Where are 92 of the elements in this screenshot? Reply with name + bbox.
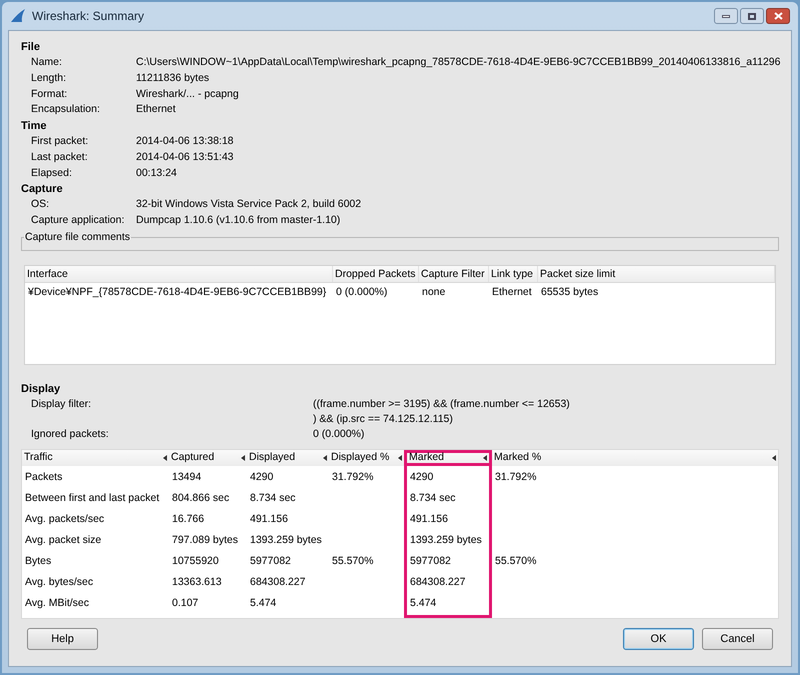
table-cell-text: Ethernet [491, 284, 533, 300]
window-title: Wireshark: Summary [32, 8, 144, 25]
table-cell-text: 4290 [410, 470, 434, 486]
table-cell-text: Avg. MBit/sec [25, 596, 89, 612]
column-header[interactable]: Link type [489, 266, 538, 282]
sort-arrow-icon [323, 454, 327, 460]
field-label: Capture application: [31, 213, 126, 228]
column-header[interactable]: Interface [25, 266, 333, 282]
field-label: First packet: [31, 134, 90, 149]
table-cell-text: 8.734 sec [410, 491, 456, 506]
close-button[interactable] [766, 8, 790, 24]
sort-arrow-icon [483, 454, 487, 460]
column-header[interactable]: Marked % [492, 450, 778, 466]
table-cell-text: 0 (0.000%) [335, 284, 388, 300]
field-label: Display filter: [31, 396, 92, 412]
field-value: 00:13:24 [136, 166, 177, 180]
field-value: 0 (0.000%) [313, 426, 364, 442]
field-value: Dumpcap 1.10.6 (v1.10.6 from master-1.10) [136, 213, 340, 228]
field-value: Wireshark/... - pcapng [136, 86, 239, 102]
field-label: Elapsed: [31, 166, 73, 180]
table-cell-text: 804.866 sec [172, 491, 230, 506]
table-cell-text: Avg. packet size [25, 533, 102, 548]
column-header[interactable]: Marked [404, 450, 492, 466]
field-label: Length: [31, 70, 68, 86]
table-cell-text: 684308.227 [250, 575, 306, 590]
field-value: 11211836 bytes [136, 70, 210, 86]
section-heading: Display [21, 382, 62, 397]
table-cell-text: 13363.613 [172, 575, 222, 590]
table-cell-text: Bytes [25, 554, 52, 570]
field-label: Ignored packets: [31, 426, 110, 442]
sort-arrow-icon [772, 454, 776, 460]
table-cell-text: 31.792% [495, 470, 536, 486]
field-value: ((frame.number >= 3195) && (frame.number <= 12653) ) && (ip.src == 74.125.12.115) [313, 396, 570, 427]
section-heading: Capture [21, 182, 64, 198]
table-cell-text: 5.474 [410, 596, 436, 612]
field-value: Ethernet [136, 102, 176, 118]
table-cell-text: Packets [25, 470, 62, 486]
column-header[interactable]: Traffic [22, 450, 169, 466]
sort-arrow-icon [241, 454, 245, 460]
table-cell-text: none [421, 284, 446, 300]
group-title: Capture file comments [24, 230, 132, 246]
maximize-button[interactable] [740, 8, 764, 24]
field-value: 32-bit Windows Vista Service Pack 2, build 6002 [136, 197, 362, 212]
field-value: 2014-04-06 13:38:18 [136, 134, 234, 149]
cancel-button[interactable]: Cancel [702, 628, 773, 650]
table-cell-text: 5977082 [410, 554, 451, 570]
field-label: Name: [31, 55, 63, 70]
table-cell-text: 491.156 [250, 512, 288, 528]
shark-fin-icon [10, 9, 26, 23]
table-cell-text: 55.570% [495, 554, 536, 570]
table-cell-text: 8.734 sec [250, 491, 296, 506]
table-cell-text: Between first and last packet [25, 491, 160, 506]
table-cell-text: 16.766 [172, 512, 204, 528]
field-label: OS: [31, 197, 50, 212]
field-value: C:\Users\WINDOW~1\AppData\Local\Temp\wireshark_pcapng_78578CDE-7618-4D4E-9EB6-9C7CCEB1BB99_20140406133816_a11296 [136, 55, 780, 70]
table-cell-text: 10755920 [172, 554, 219, 570]
section-heading: Time [21, 119, 48, 134]
field-label: Encapsulation: [31, 102, 101, 118]
table-cell-text: 31.792% [332, 470, 374, 486]
section-heading: File [21, 40, 41, 55]
column-header[interactable]: Packet size limit [538, 266, 775, 282]
table-cell-text: 13494 [172, 470, 202, 486]
help-button[interactable]: Help [27, 628, 98, 650]
table-cell-text: 5977082 [250, 554, 291, 570]
table-cell-text: 0.107 [172, 596, 198, 612]
column-header[interactable]: Captured [169, 450, 247, 466]
table-cell-text: 5.474 [250, 596, 276, 612]
table-cell-text: 684308.227 [410, 575, 466, 590]
minimize-icon [722, 14, 730, 18]
table-cell-text: 797.089 bytes [172, 533, 238, 548]
field-value: 2014-04-06 13:51:43 [136, 150, 234, 165]
sort-arrow-icon [398, 454, 402, 460]
sort-arrow-icon [163, 454, 167, 460]
table-cell-text: ¥Device¥NPF_{78578CDE-7618-4D4E-9EB6-9C7CCEB1BB99} [27, 284, 328, 300]
table-cell-text: Avg. packets/sec [25, 512, 104, 528]
column-header[interactable]: Dropped Packets [333, 266, 419, 282]
column-header[interactable]: Capture Filter [419, 266, 489, 282]
close-icon [774, 12, 782, 20]
minimize-button[interactable] [714, 8, 738, 24]
table-cell-text: 1393.259 bytes [250, 533, 322, 548]
table-cell-text: 65535 bytes [540, 284, 600, 300]
field-label: Format: [31, 86, 68, 102]
field-label: Last packet: [31, 150, 89, 165]
table-cell-text: 55.570% [332, 554, 374, 570]
column-header[interactable]: Displayed [247, 450, 329, 466]
table-cell-text: Avg. bytes/sec [25, 575, 94, 590]
column-header[interactable]: Displayed % [329, 450, 404, 466]
table-cell-text: 491.156 [410, 512, 448, 528]
maximize-icon [748, 12, 756, 20]
table-cell-text: 1393.259 bytes [410, 533, 482, 548]
ok-button[interactable]: OK [623, 628, 694, 650]
table-cell-text: 4290 [250, 470, 274, 486]
